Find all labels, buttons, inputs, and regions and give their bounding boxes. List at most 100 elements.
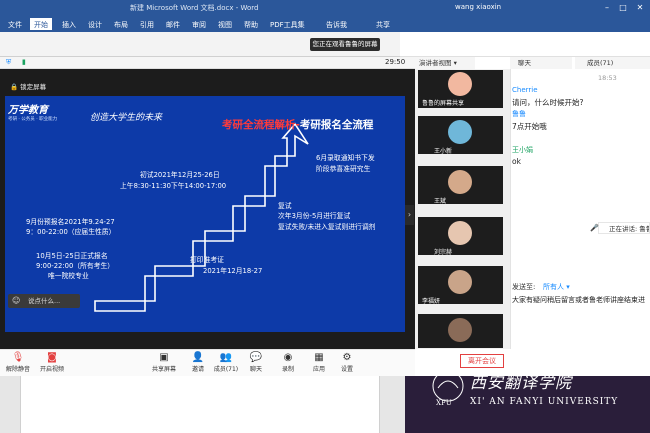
participant-avatar [448,72,472,96]
word-window-title: 新建 Microsoft Word 文档.docx - Word [130,4,259,12]
tab-pdf-tools[interactable]: PDF工具集 [266,18,309,30]
word-document-page[interactable] [20,376,380,433]
lock-screen-button[interactable]: 🔒 锁定屏幕 [10,81,46,91]
registration-hours: 9:00-22:00（所有考生） [36,262,115,270]
tab-layout[interactable]: 布局 [110,18,132,30]
word-right-panel [400,32,650,57]
participant-avatar [448,120,472,144]
signal-icon: ▮ [22,58,26,66]
participant-avatar [448,270,472,294]
speaker-view-button[interactable]: 演讲者视图 ▾ [415,57,475,69]
participant-name: 鲁鲁的屏幕共享 [422,100,465,107]
word-user-name[interactable]: wang xiaoxin [455,3,501,11]
participant-name: 王斌 [434,198,447,205]
share-screen-icon: ▣ [159,352,169,363]
participant-tile[interactable] [418,314,503,348]
participant-name: 李福妍 [422,298,441,305]
tab-references[interactable]: 引用 [136,18,158,30]
logo-subtext: 考研 · 公务员 · 职业能力 [8,117,58,122]
settings-label: 设置 [340,366,353,373]
members-header[interactable]: 成员(71) [575,57,650,69]
send-to-label: 发送至: [512,283,536,291]
word-titlebar [0,0,650,16]
share-screen-label: 共享屏幕 [151,366,176,373]
tab-home[interactable]: 开始 [30,18,52,30]
slide-slogan: 创造大学生的未来 [90,113,163,123]
tab-view[interactable]: 视图 [214,18,236,30]
slide-title-red: 考研全流程解析- [222,119,300,131]
pre-registration-hours: 9：00-22:00（应届生性质） [26,228,116,236]
close-icon[interactable]: ✕ [633,2,647,13]
participant-avatar [448,221,472,245]
admission-ticket-dates: 2021年12月18-27 [203,267,263,275]
lock-screen-label: 锁定屏幕 [20,83,47,91]
participant-tile[interactable]: 鲁鲁的屏幕共享 [418,70,503,108]
leave-meeting-button[interactable]: 离开会议 [460,354,504,368]
unmute-label: 解除静音 [5,366,30,373]
tab-file[interactable]: 文件 [4,18,26,30]
chat-sender: 王小娟 [512,146,533,154]
unmute-button[interactable]: 🎙 解除静音 [0,352,36,373]
speaking-indicator: 正在讲话: 鲁鲁 [598,222,650,234]
exam-dates: 初试2021年12月25-26日 [140,171,220,179]
microphone-muted-icon: 🎙 [11,352,25,363]
participant-tile[interactable]: 王小新 [418,116,503,155]
participant-avatar [448,318,472,342]
tab-tell-me[interactable]: 告诉我 [322,18,351,30]
participant-name: 刘宗赫 [434,249,453,256]
gear-icon: ⚙ [342,352,352,363]
start-video-label: 开启视频 [39,366,64,373]
participant-video-column [415,69,510,349]
tab-help[interactable]: 帮助 [240,18,262,30]
members-label: 成员(71) [213,366,239,373]
settings-button[interactable]: ⚙ 设置 [329,352,365,373]
chat-input[interactable]: 大家有疑问稍后留言或者鲁老师讲座结束进 [512,295,650,305]
registration-note: 唯一院校专业 [48,272,89,280]
participant-tile[interactable]: 王斌 [418,166,503,205]
meeting-timer: 29:50 [385,58,406,66]
participant-tile[interactable]: 李福妍 [418,266,503,305]
participant-tile[interactable]: 刘宗赫 [418,217,503,256]
tab-design[interactable]: 设计 [84,18,106,30]
camera-off-icon: ◙ [47,352,57,363]
apps-label: 应用 [312,366,325,373]
microphone-icon: 🎤 [590,224,599,232]
chat-message: 请问，什么时候开始? [512,98,584,107]
chat-bubble-icon: ☺ [12,296,21,305]
logo-text: 万学教育 [8,105,48,116]
share-screen-button[interactable]: ▣ 共享屏幕 [146,352,182,373]
maximize-icon[interactable]: □ [616,2,630,13]
chat-panel [510,69,650,349]
chat-header[interactable]: 聊天 [510,57,572,69]
tab-insert[interactable]: 插入 [58,18,80,30]
slide-title: 考研全流程解析-考研报名全流程 [222,117,373,132]
minimize-icon[interactable]: – [600,2,614,13]
tab-review[interactable]: 审阅 [188,18,210,30]
admission-ticket-label: 打印准考证 [190,256,224,264]
exam-hours: 上午8:30-11:30下午14:00-17:00 [120,182,227,190]
admission-congrats: 阶段恭喜准研究生 [316,165,371,173]
members-header-label: 成员(71) [587,59,614,67]
tab-mailings[interactable]: 邮件 [162,18,184,30]
meeting-top-bar [0,57,415,69]
start-video-button[interactable]: ◙ 开启视频 [34,352,70,373]
chat-label: 聊天 [249,366,262,373]
send-to-value: 所有人 [543,283,564,291]
tab-share[interactable]: 共享 [372,18,394,30]
invite-label: 邀请 [191,366,204,373]
chat-sender: 鲁鲁 [512,110,526,118]
send-to-dropdown[interactable]: 所有人 ▾ [543,282,570,292]
university-name-english: XI' AN FANYI UNIVERSITY [470,397,619,407]
participant-name: 王小新 [434,148,453,155]
pre-registration-dates: 9月份预报名2021年9.24-27 [26,218,115,226]
collapse-panel-button[interactable]: › [405,205,414,225]
screen-share-banner: 您正在观看鲁鲁的屏幕 [310,38,380,51]
chat-button[interactable]: 💬 聊天 [238,352,274,373]
shield-icon: ⛨ [6,58,12,66]
slide-title-white: 考研报名全流程 [299,119,374,131]
speaker-view-label: 演讲者视图 [419,59,452,67]
chat-sender: Cherrie [512,86,538,94]
retest-label: 复试 [278,202,292,210]
registration-dates: 10月5日-25日正式报名 [36,252,108,260]
retest-adjustment: 复试失败/未进入复试则进行调剂 [278,223,376,231]
